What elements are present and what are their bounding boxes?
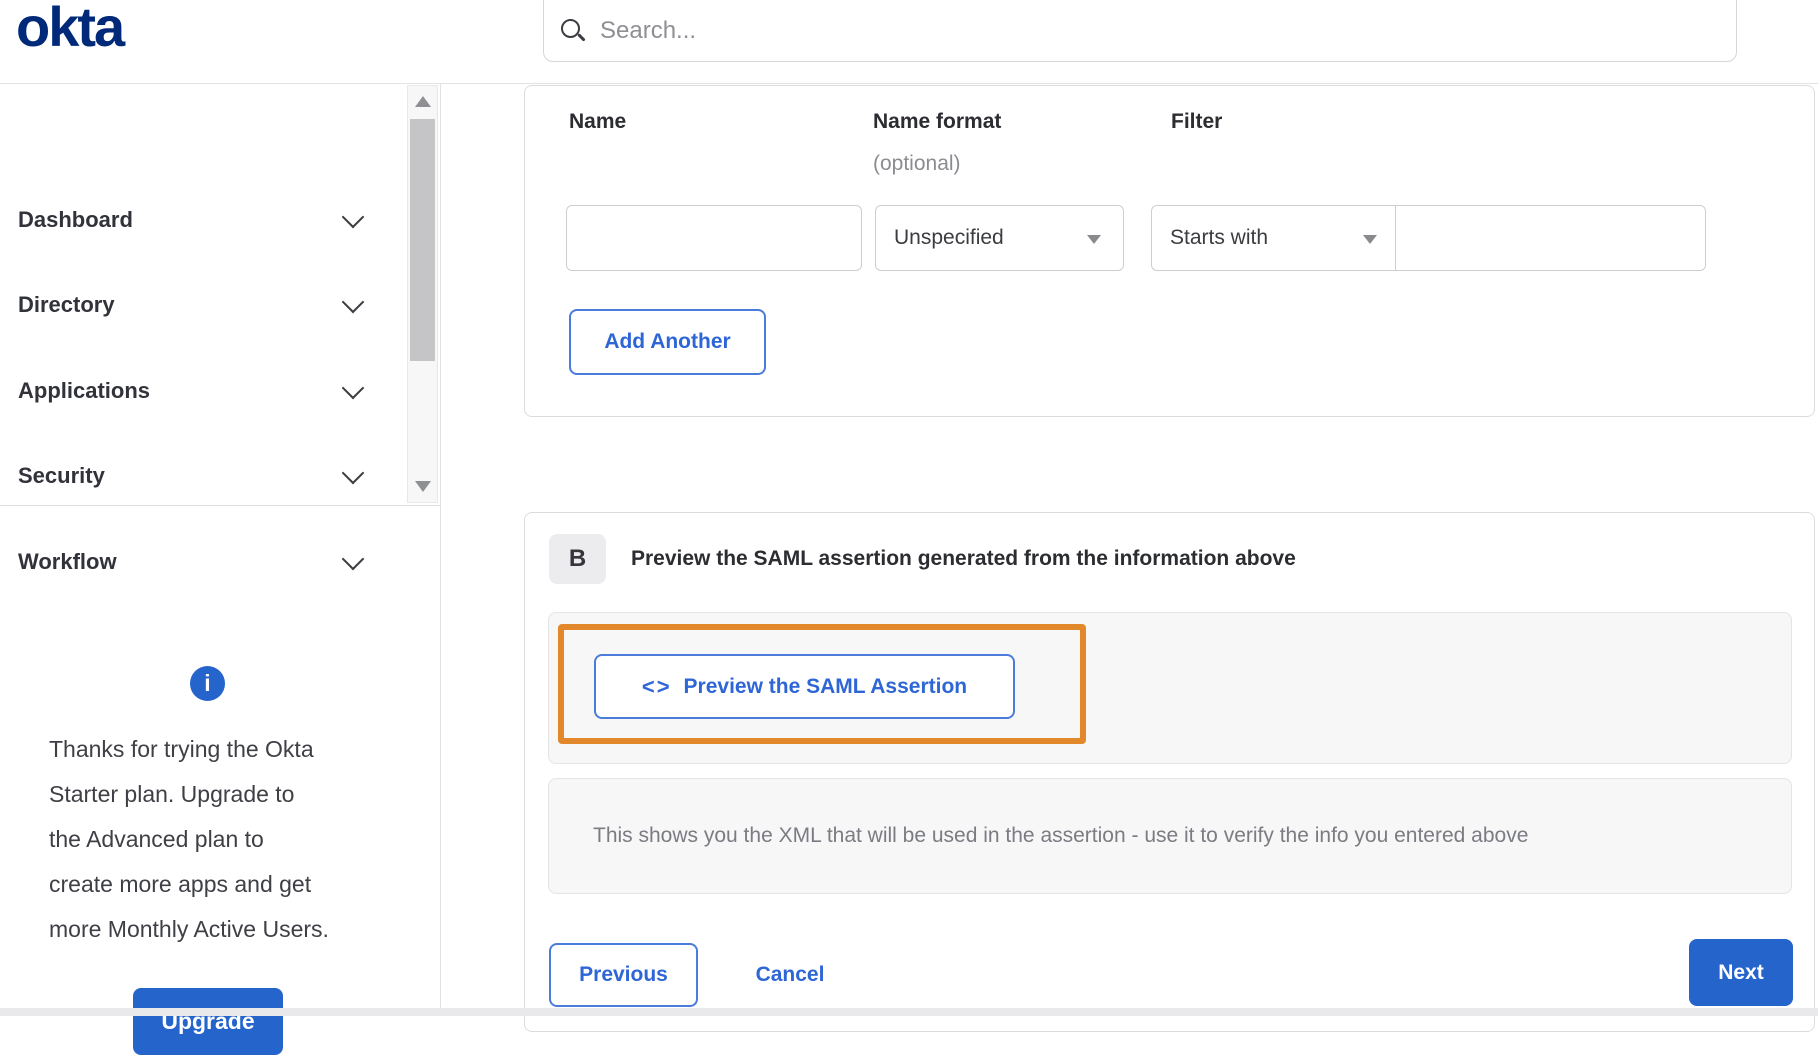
sidebar-item-label: Directory bbox=[18, 292, 115, 317]
cancel-button[interactable]: Cancel bbox=[725, 943, 855, 1007]
upgrade-message-line: create more apps and get bbox=[49, 871, 312, 897]
info-icon: i bbox=[190, 666, 225, 701]
dropdown-arrow-icon bbox=[1363, 235, 1377, 244]
okta-logo: okta bbox=[16, 0, 125, 58]
upgrade-message-line: Thanks for trying the Okta bbox=[49, 736, 314, 762]
sidebar-scrollbar[interactable] bbox=[407, 85, 438, 503]
next-button[interactable]: Next bbox=[1689, 939, 1793, 1006]
sidebar-item-dashboard[interactable]: Dashboard bbox=[0, 179, 406, 261]
chevron-down-icon bbox=[341, 461, 365, 485]
top-header: okta bbox=[0, 0, 1818, 84]
previous-button[interactable]: Previous bbox=[549, 943, 698, 1007]
bottom-scroll-strip[interactable] bbox=[0, 1008, 1818, 1016]
step-b-badge-label: B bbox=[568, 545, 587, 572]
chevron-down-icon bbox=[341, 205, 365, 229]
name-format-optional-label: (optional) bbox=[873, 152, 961, 175]
name-format-selected-value: Unspecified bbox=[894, 226, 1004, 249]
dropdown-arrow-icon bbox=[1087, 235, 1101, 244]
step-b-badge: B bbox=[549, 534, 606, 584]
sidebar-item-applications[interactable]: Applications bbox=[0, 350, 406, 432]
attribute-statements-card: Name Name format (optional) Filter Unspe… bbox=[524, 85, 1815, 417]
scrollbar-thumb[interactable] bbox=[410, 119, 435, 361]
upgrade-button[interactable]: Upgrade bbox=[133, 988, 283, 1055]
preview-section-title: Preview the SAML assertion generated fro… bbox=[631, 547, 1296, 570]
search-input[interactable] bbox=[598, 16, 1736, 46]
search-icon bbox=[560, 18, 586, 44]
filter-type-selected-value: Starts with bbox=[1170, 226, 1269, 249]
attribute-name-input[interactable] bbox=[566, 205, 862, 271]
preview-description-text: This shows you the XML that will be used… bbox=[593, 824, 1529, 847]
preview-saml-assertion-label: Preview the SAML Assertion bbox=[683, 674, 968, 698]
scrollbar-up-arrow-icon[interactable] bbox=[415, 96, 431, 107]
filter-type-select[interactable]: Starts with bbox=[1152, 206, 1396, 270]
chevron-down-icon bbox=[341, 290, 365, 314]
chevron-down-icon bbox=[341, 547, 365, 571]
upgrade-message-line: the Advanced plan to bbox=[49, 826, 264, 852]
filter-field-group: Starts with bbox=[1151, 205, 1706, 271]
sidebar-item-label: Applications bbox=[18, 378, 151, 403]
name-format-select[interactable]: Unspecified bbox=[875, 205, 1124, 271]
filter-value-input[interactable] bbox=[1396, 206, 1705, 270]
sidebar-item-directory[interactable]: Directory bbox=[0, 264, 406, 346]
sidebar-item-label: Workflow bbox=[18, 549, 117, 574]
sidebar-item-label: Dashboard bbox=[18, 207, 133, 232]
upgrade-message: Thanks for trying the Okta Starter plan.… bbox=[49, 727, 385, 952]
scrollbar-down-arrow-icon[interactable] bbox=[415, 481, 431, 492]
sidebar: Dashboard Directory Applications Securit… bbox=[0, 83, 441, 1055]
add-another-button[interactable]: Add Another bbox=[569, 309, 766, 375]
code-brackets-icon: <> bbox=[641, 673, 672, 699]
sidebar-item-security[interactable]: Security bbox=[0, 435, 406, 517]
global-search[interactable] bbox=[543, 0, 1737, 62]
upgrade-message-line: more Monthly Active Users. bbox=[49, 916, 329, 942]
chevron-down-icon bbox=[341, 376, 365, 400]
preview-description-panel: This shows you the XML that will be used… bbox=[548, 778, 1792, 894]
preview-saml-card: B Preview the SAML assertion generated f… bbox=[524, 512, 1815, 1032]
name-column-label: Name bbox=[569, 110, 627, 133]
info-icon-glyph: i bbox=[204, 670, 211, 696]
name-format-column-label: Name format bbox=[873, 110, 1002, 133]
sidebar-item-workflow[interactable]: Workflow bbox=[0, 521, 406, 603]
filter-column-label: Filter bbox=[1171, 110, 1223, 133]
upgrade-message-line: Starter plan. Upgrade to bbox=[49, 781, 295, 807]
sidebar-menu: Dashboard Directory Applications Securit… bbox=[0, 83, 440, 574]
preview-saml-assertion-button[interactable]: <> Preview the SAML Assertion bbox=[594, 654, 1015, 719]
sidebar-item-label: Security bbox=[18, 463, 105, 488]
